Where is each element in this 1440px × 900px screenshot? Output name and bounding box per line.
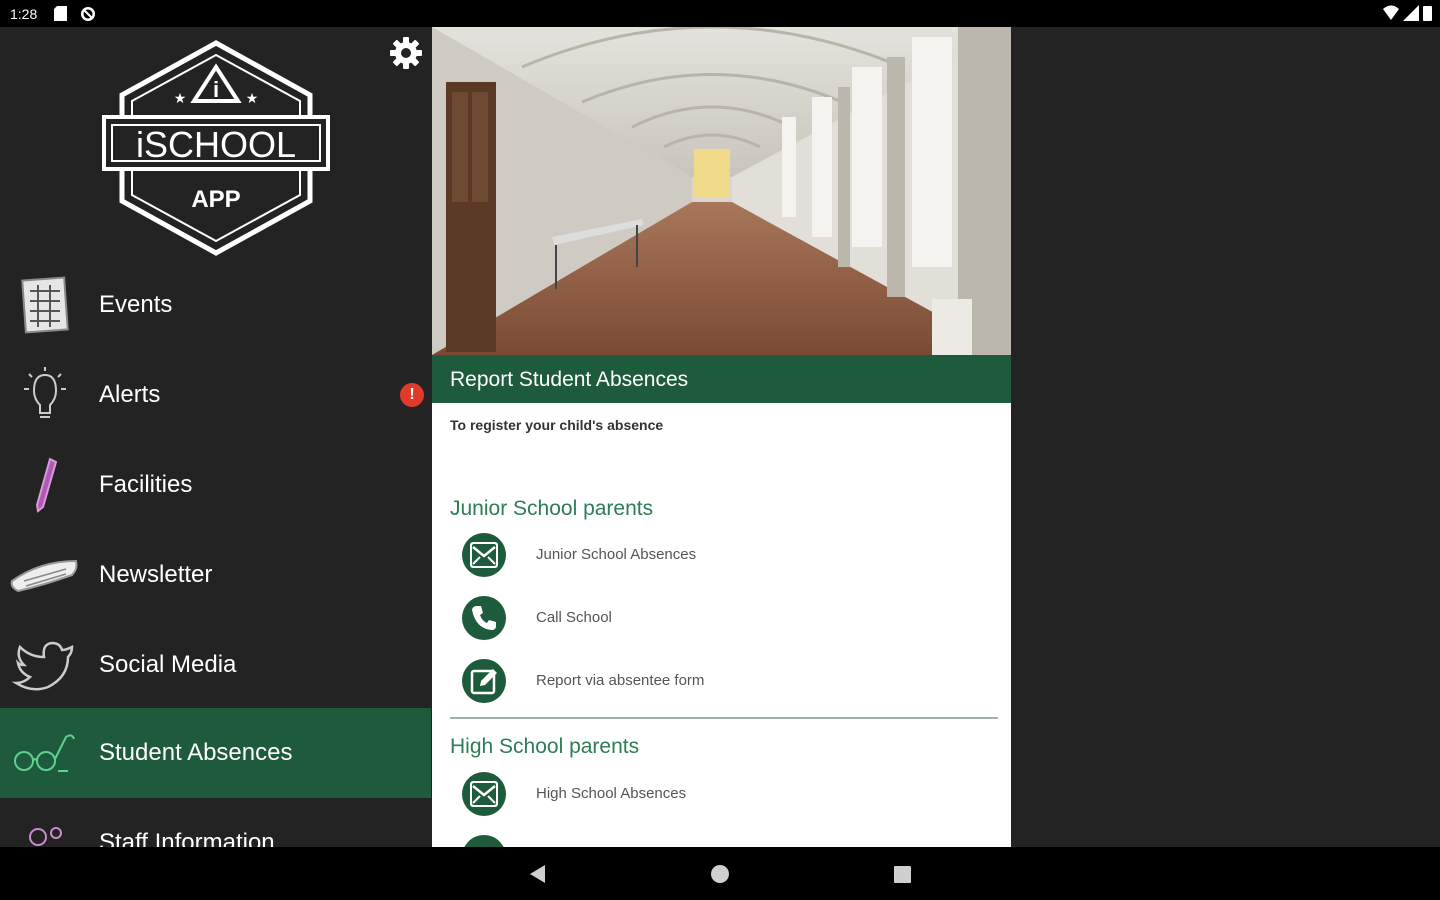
lightbulb-icon	[24, 367, 66, 418]
sidebar-item-events[interactable]: Events	[0, 260, 431, 350]
signal-icon	[1403, 5, 1419, 21]
phone-icon	[472, 606, 496, 630]
next-contact-button[interactable]	[462, 835, 1002, 847]
sidebar-item-alerts[interactable]: Alerts !	[0, 350, 431, 440]
calendar-icon	[21, 276, 69, 334]
contact-label: Report via absentee form	[536, 672, 705, 689]
recents-icon[interactable]	[889, 861, 915, 887]
sidebar: i ★ ★ iSCHOOL APP Events Alerts ! Facili…	[0, 27, 431, 847]
sidebar-item-staff-information[interactable]: Staff Information	[0, 798, 431, 847]
contact-label: Junior School Absences	[536, 546, 697, 563]
email-icon	[470, 781, 498, 807]
edit-form-icon	[470, 669, 497, 695]
section-title-junior: Junior School parents	[450, 497, 654, 520]
twitter-bird-icon	[11, 641, 74, 691]
main-panel: Report Student Absences To register your…	[432, 27, 1011, 847]
system-nav-bar	[0, 847, 1440, 900]
logo-name-text: iSCHOOL	[136, 124, 296, 165]
status-bar: 1:28	[0, 0, 1440, 27]
glasses-icon	[14, 734, 75, 772]
blocked-notification-icon	[81, 7, 95, 21]
ischool-app-logo: i ★ ★ iSCHOOL APP	[102, 40, 330, 256]
svg-text:★: ★	[174, 91, 187, 107]
logo-sub-text: APP	[191, 186, 240, 213]
status-right-icons	[1383, 5, 1432, 21]
contact-label: High School Absences	[536, 785, 687, 802]
contact-label: Call School	[536, 609, 612, 626]
sidebar-item-label: Events	[99, 291, 173, 318]
call-school-button[interactable]: Call School	[462, 596, 1002, 642]
page-title: Report Student Absences	[450, 368, 689, 391]
back-icon[interactable]	[525, 861, 551, 887]
sidebar-item-label: Facilities	[99, 471, 193, 498]
corridor-hero-image	[432, 27, 1011, 355]
section-title-high: High School parents	[450, 735, 640, 758]
pencil-icon	[35, 457, 58, 513]
settings-gear-icon[interactable]	[388, 35, 424, 71]
svg-text:★: ★	[246, 91, 259, 107]
section-divider	[450, 717, 998, 719]
sidebar-item-social-media[interactable]: Social Media	[0, 620, 431, 710]
sidebar-item-label: Staff Information	[99, 829, 275, 847]
empty-area	[1011, 27, 1440, 847]
high-school-absences-email-button[interactable]: High School Absences	[462, 772, 1002, 818]
junior-school-absences-email-button[interactable]: Junior School Absences	[462, 533, 1002, 579]
absentee-form-button[interactable]: Report via absentee form	[462, 659, 1002, 705]
battery-icon	[1423, 6, 1432, 21]
page-header: Report Student Absences	[432, 355, 1011, 403]
sidebar-item-label: Social Media	[99, 651, 237, 678]
sidebar-item-label: Newsletter	[99, 561, 213, 588]
logo-mark-text: i	[213, 77, 219, 102]
sidebar-item-student-absences[interactable]: Student Absences	[0, 708, 431, 798]
status-time: 1:28	[10, 6, 38, 22]
staff-icon	[29, 827, 62, 846]
sd-card-icon	[54, 6, 67, 21]
sidebar-item-label: Student Absences	[99, 739, 293, 766]
sidebar-item-facilities[interactable]: Facilities	[0, 440, 431, 530]
newspaper-icon	[10, 559, 78, 593]
wifi-icon	[1383, 5, 1399, 20]
intro-text: To register your child's absence	[450, 417, 664, 433]
email-icon	[470, 542, 498, 568]
alert-badge: !	[400, 383, 424, 407]
sidebar-item-newsletter[interactable]: Newsletter	[0, 530, 431, 620]
sidebar-item-label: Alerts	[99, 381, 161, 408]
home-icon[interactable]	[707, 861, 733, 887]
